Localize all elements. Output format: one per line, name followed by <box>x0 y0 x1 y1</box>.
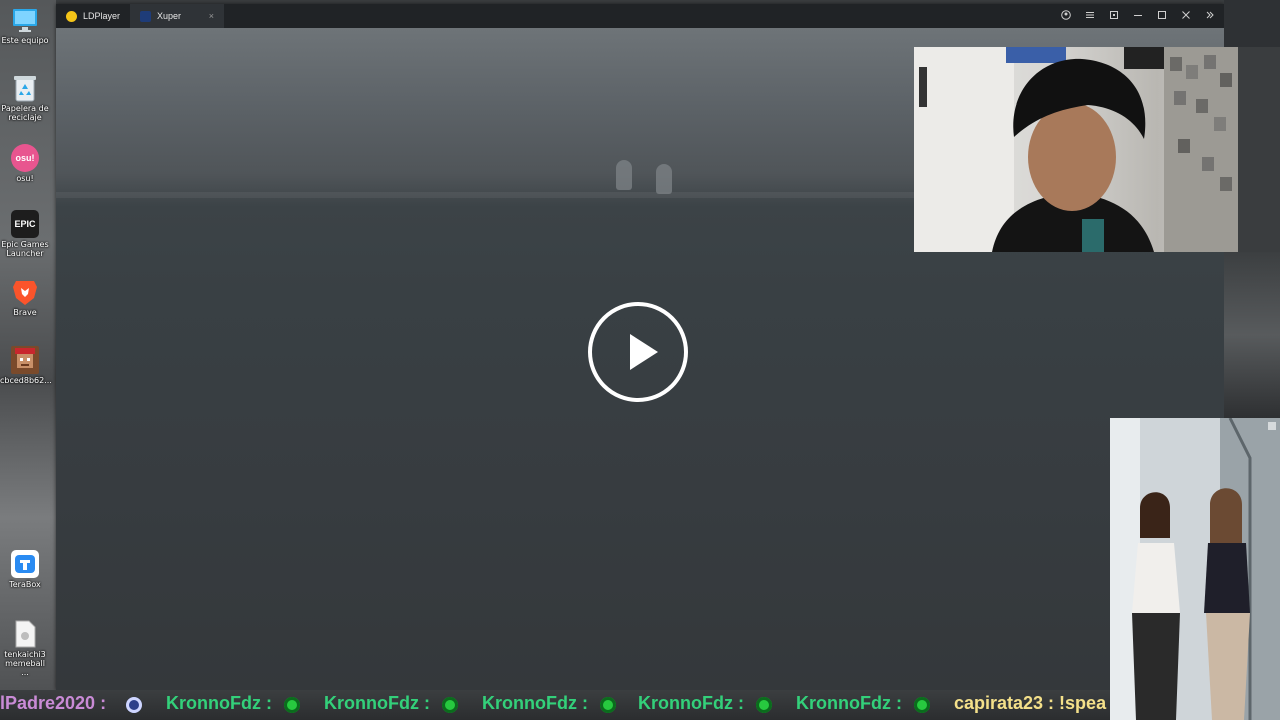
desktop-icon-minecraft-skin[interactable]: cbced8b62... <box>0 346 52 385</box>
play-button[interactable] <box>588 302 688 402</box>
chat-message: KronnoFdz : <box>638 693 744 713</box>
close-icon[interactable] <box>1180 10 1192 23</box>
chat-message: KronnoFdz : <box>482 693 588 713</box>
side-video-overlay <box>1110 418 1280 720</box>
desktop-icon-label: Este equipo <box>1 36 49 45</box>
desktop-icon-label: TeraBox <box>9 580 41 589</box>
expand-icon[interactable] <box>1204 10 1216 23</box>
tab-close-icon[interactable]: × <box>209 11 214 21</box>
tab-label: Xuper <box>157 11 182 21</box>
desktop-icon-label: Epic Games Launcher <box>1 240 49 258</box>
desktop-icon-brave[interactable]: Brave <box>0 278 50 317</box>
background-strip-top <box>1224 0 1280 47</box>
osu-icon: osu! <box>11 144 39 172</box>
emote-icon <box>126 697 142 713</box>
window-controls <box>1060 4 1224 28</box>
desktop-icon-este-equipo[interactable]: Este equipo <box>0 6 50 45</box>
emote-icon <box>284 697 300 713</box>
background-strip-right <box>1224 252 1280 418</box>
chat-message: KronnoFdz : <box>166 693 272 713</box>
figure-left <box>616 160 632 190</box>
desktop-icon-label: osu! <box>16 174 34 183</box>
minecraft-skin-icon <box>11 346 39 374</box>
account-icon[interactable] <box>1060 9 1072 23</box>
ldplayer-icon <box>66 10 77 22</box>
tab-label: LDPlayer <box>83 11 121 21</box>
brave-lion-icon <box>11 278 39 306</box>
desktop-icon-osu[interactable]: osu! osu! <box>0 144 50 183</box>
minimize-icon[interactable] <box>1132 10 1144 23</box>
desktop-icon-column: Este equipo Papelera de reciclaje osu! o… <box>0 0 56 690</box>
terabox-icon <box>11 550 39 578</box>
desktop-icon-label: cbced8b62... <box>0 376 52 385</box>
desktop-icon-tenkaichi-file[interactable]: tenkaichi3 memeball ... <box>0 620 50 677</box>
desktop-icon-label: tenkaichi3 memeball ... <box>4 650 46 677</box>
menu-icon[interactable] <box>1084 10 1096 23</box>
desktop-icon-epic-games[interactable]: EPIC Epic Games Launcher <box>0 210 50 258</box>
desktop-icon-label: Brave <box>13 308 37 317</box>
recycle-bin-icon <box>11 74 39 102</box>
maximize-icon[interactable] <box>1156 10 1168 23</box>
epic-games-icon: EPIC <box>11 210 39 238</box>
desktop-icon-label: Papelera de reciclaje <box>1 104 49 122</box>
webcam-scene <box>914 47 1238 252</box>
desktop-icon-papelera[interactable]: Papelera de reciclaje <box>0 74 50 122</box>
emote-icon <box>914 697 930 713</box>
tab-xuper[interactable]: Xuper × <box>130 4 225 28</box>
chat-ticker: lPadre2020 : KronnoFdz : KronnoFdz : Kro… <box>0 690 1110 720</box>
chat-message: capirata23 : !spea <box>954 693 1107 713</box>
window-titlebar: LDPlayer Xuper × <box>56 4 1224 28</box>
desktop-icon-terabox[interactable]: TeraBox <box>0 550 50 589</box>
file-icon <box>11 620 39 648</box>
chat-message: KronnoFdz : <box>324 693 430 713</box>
chat-message: lPadre2020 : <box>0 693 107 713</box>
chat-message: KronnoFdz : <box>796 693 902 713</box>
play-icon <box>630 334 658 370</box>
emote-icon <box>600 697 616 713</box>
figure-right <box>656 164 672 194</box>
emote-icon <box>442 697 458 713</box>
monitor-icon <box>11 6 39 34</box>
side-video-scene <box>1110 418 1280 720</box>
webcam-overlay <box>914 47 1238 252</box>
sync-icon[interactable] <box>1108 10 1120 23</box>
emote-icon <box>756 697 772 713</box>
tab-ldplayer[interactable]: LDPlayer <box>56 4 130 28</box>
xuper-icon <box>140 10 152 22</box>
